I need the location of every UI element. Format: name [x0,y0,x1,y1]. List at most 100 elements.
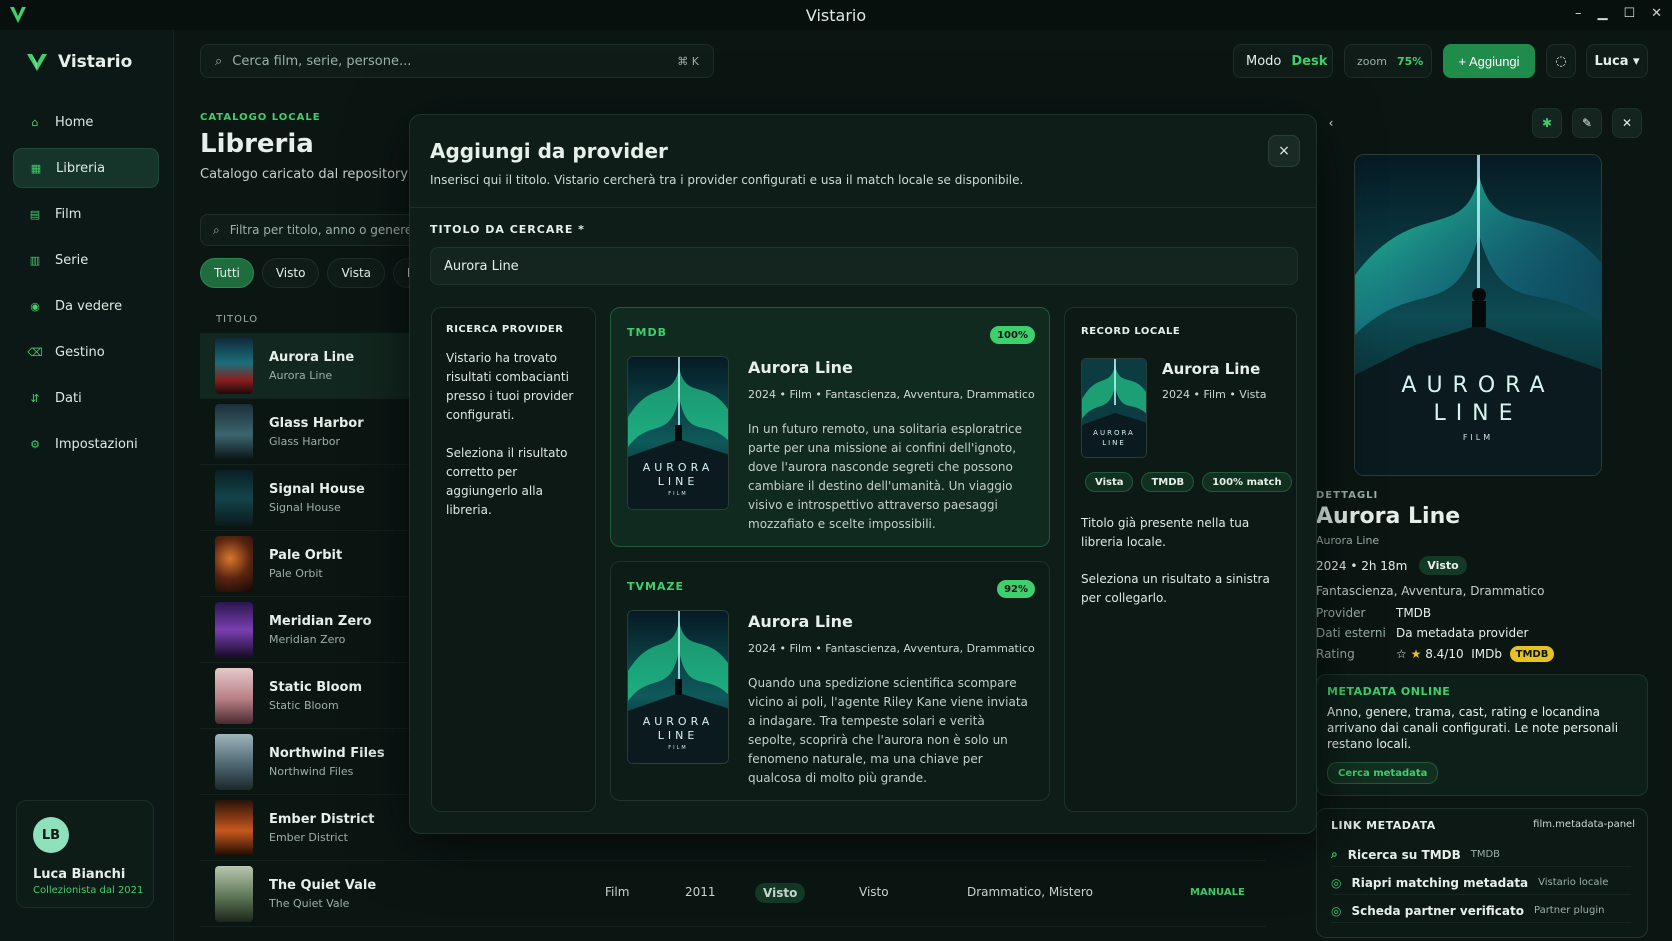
gear-icon: ⚙ [30,437,40,451]
user-name: Luca Bianchi [33,867,126,882]
sidebar-nav: ⌂ Home ▦ Libreria ▤ Film ▥ Serie ◉ Da vedere … [13,102,159,470]
cell-year: 2011 [685,885,716,899]
details-title: Aurora Line [1316,504,1461,529]
column-header-title[interactable]: TITOLO [216,314,258,325]
vistario-logo-icon [27,54,47,71]
result-card-tmdb[interactable]: TMDB 100% AURORA LINE FILM Aurora Line 2… [610,307,1050,547]
sidebar-item-libreria[interactable]: ▦ Libreria [13,148,159,188]
poster-thumbnail [215,337,253,394]
sidebar: Vistario ⌂ Home ▦ Libreria ▤ Film ▥ Serie ◉ D… [0,30,174,941]
local-record-card: RECORD LOCALE AURORA LINE Aurora Line 20… [1064,307,1297,812]
poster-thumbnail [215,469,253,526]
sidebar-item-home[interactable]: ⌂ Home [13,102,159,142]
search-icon: ⌕ [215,53,223,69]
sidebar-item-gestino[interactable]: ⌫ Gestino [13,332,159,372]
search-icon: ⌕ [213,222,220,237]
restore-icon[interactable]: ▁ [1597,6,1607,21]
result-card-tvmaze[interactable]: TVMAZE 92% AURORA LINE FILM Aurora Line … [610,561,1050,801]
library-icon: ▦ [30,161,42,175]
sparkle-icon[interactable]: ✱ [1532,108,1562,138]
home-icon: ⌂ [31,115,39,129]
metadata-links-card: LINK METADATA film.metadata-panel ⌕ Ricer… [1316,808,1648,938]
manage-icon: ⌫ [27,345,43,359]
poster-thumbnail [215,601,253,658]
zoom-control[interactable]: zoom 75% [1344,44,1432,78]
user-menu[interactable]: Luca ▾ [1586,44,1648,78]
tag-match: 100% match [1202,472,1292,492]
tag-vista: Vista [1085,472,1134,492]
verified-icon: ◎ [1331,903,1342,918]
link-partner[interactable]: ◎ Scheda partner verificato Partner plugin [1331,899,1631,923]
star-icon: ★ [1410,647,1422,661]
theme-icon[interactable]: ◌ [1546,44,1576,78]
tag-tmdb: TMDB [1141,472,1195,492]
sidebar-item-serie[interactable]: ▥ Serie [13,240,159,280]
metadata-online-card: METADATA ONLINE Anno, genere, trama, cas… [1316,674,1648,796]
series-icon: ▥ [29,253,41,267]
brand[interactable]: Vistario [26,52,132,72]
details-rating: 8.4/10 [1425,647,1464,661]
provider-search-info: RICERCA PROVIDER Vistario ha trovato ris… [431,307,596,812]
link-tmdb[interactable]: ⌕ Ricerca su TMDB TMDB [1331,843,1631,867]
close-window-icon[interactable]: ✕ [1651,6,1662,21]
close-icon[interactable]: × [1268,135,1300,167]
watchlist-icon: ◉ [30,299,40,313]
table-row[interactable]: The Quiet Vale The Quiet Vale Film 2011 V… [200,861,1266,927]
poster-title-line1: AURORA [1401,373,1555,398]
search-metadata-button[interactable]: Cerca metadata [1327,762,1439,784]
cell-status: Visto [859,885,889,899]
poster-thumbnail [215,667,253,724]
match-badge: 100% [990,326,1035,344]
status-badge: Visto [1419,556,1467,575]
link-reopen-matching[interactable]: ◎ Riapri matching metadata Vistario locale [1331,871,1631,895]
film-icon: ▤ [29,207,41,221]
status-badge: Visto [755,883,806,903]
dialog-subtitle: Inserisci qui il titolo. Vistario cerche… [430,173,1024,187]
mode-toggle[interactable]: Modo Desk [1233,44,1333,78]
maximize-icon[interactable]: ☐ [1623,6,1635,21]
sidebar-item-da-vedere[interactable]: ◉ Da vedere [13,286,159,326]
sidebar-item-film[interactable]: ▤ Film [13,194,159,234]
user-subtitle: Collezionista dal 2021 [33,885,144,896]
chip-vista[interactable]: Vista [327,258,386,288]
title-search-input[interactable]: Aurora Line [430,247,1298,285]
result-poster: AURORA LINE FILM [627,610,729,764]
poster-caption: FILM [1462,433,1494,442]
details-genres: Fantascienza, Avventura, Drammatico [1316,584,1545,598]
match-badge: 92% [997,580,1035,598]
poster-thumbnail [215,535,253,592]
add-button[interactable]: + Aggiungi [1443,44,1535,78]
search-input[interactable]: Cerca film, serie, persone... [232,54,411,69]
add-from-provider-dialog: Aggiungi da provider Inserisci qui il ti… [409,114,1317,834]
poster-thumbnail [215,403,253,460]
chip-tutti[interactable]: Tutti [200,258,254,288]
cell-type: Film [605,885,630,899]
details-subtitle: Aurora Line [1316,534,1380,547]
details-provider: TMDB [1396,606,1432,620]
user-card[interactable]: LB Luca Bianchi Collezionista dal 2021 [16,800,154,908]
detail-poster: AURORA LINE FILM [1354,154,1602,476]
sidebar-item-dati[interactable]: ⇵ Dati [13,378,159,418]
avatar: LB [33,817,69,853]
chip-visto[interactable]: Visto [261,258,320,288]
details-eyebrow: DETTAGLI [1316,490,1379,501]
data-icon: ⇵ [30,391,40,405]
cell-genres: Drammatico, Mistero [967,885,1093,899]
star-outline-icon: ☆ [1396,647,1407,661]
poster-thumbnail [215,865,253,922]
window-title: Vistario [805,5,867,25]
edit-icon[interactable]: ✎ [1572,108,1602,138]
poster-title-line2: LINE [1433,401,1523,426]
close-icon[interactable]: ✕ [1612,108,1642,138]
brand-name: Vistario [58,52,133,72]
local-poster: AURORA LINE [1081,358,1147,458]
poster-thumbnail [215,799,253,856]
search-icon: ⌕ [1331,847,1338,861]
cell-source: MANUALE [1190,887,1245,898]
global-search[interactable]: ⌕ Cerca film, serie, persone... ⌘ K [200,44,714,78]
chevron-left-icon[interactable]: ‹ [1316,108,1346,138]
minimize-icon[interactable]: – [1575,6,1582,21]
sidebar-item-impostazioni[interactable]: ⚙ Impostazioni [13,424,159,464]
topbar: ⌕ Cerca film, serie, persone... ⌘ K Modo… [200,44,1672,80]
vistario-logo-icon [10,7,26,23]
